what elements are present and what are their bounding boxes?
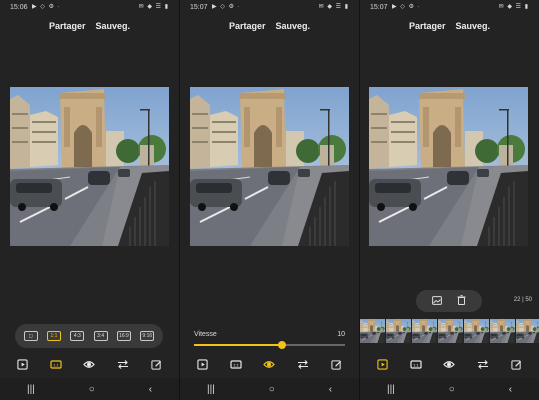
status-bar: 15:07 ▶ ◇ ⚙ · ✉ ◆ ☰ ▮	[180, 0, 359, 16]
status-left-icons: ▶ ◇ ⚙ ·	[32, 4, 61, 10]
free-ratio-icon[interactable]: ◻	[23, 331, 38, 341]
home-icon[interactable]: ○	[89, 384, 95, 395]
frame-thumbnail[interactable]	[438, 319, 463, 343]
status-time: 15:06	[10, 4, 28, 11]
top-action-bar: Partager Sauveg.	[360, 21, 539, 35]
frame-thumbnail[interactable]	[490, 319, 515, 343]
ratio-4-3-icon[interactable]: 4:3	[70, 331, 85, 341]
recent-apps-icon[interactable]: |||	[207, 384, 215, 395]
top-action-bar: Partager Sauveg.	[0, 21, 179, 35]
recent-apps-icon[interactable]: |||	[27, 384, 35, 395]
ratio-icon[interactable]: 1:1	[408, 356, 424, 372]
edit-pen-icon[interactable]	[148, 356, 164, 372]
frame-actions	[416, 290, 482, 312]
status-right-icons: ✉ ◆ ☰ ▮	[318, 4, 349, 10]
status-left-icons: ▶ ◇ ⚙ ·	[392, 4, 421, 10]
gif-preview-image	[369, 87, 528, 246]
home-icon[interactable]: ○	[269, 384, 275, 395]
status-time: 15:07	[370, 4, 388, 11]
frame-thumbnail[interactable]	[412, 319, 437, 343]
swap-arrows-icon[interactable]	[115, 356, 131, 372]
status-bar: 15:06 ▶ ◇ ⚙ · ✉ ◆ ☰ ▮	[0, 0, 179, 16]
play-icon[interactable]	[195, 356, 211, 372]
play-icon[interactable]	[375, 356, 391, 372]
frame-thumbnail[interactable]	[464, 319, 489, 343]
save-button[interactable]: Sauveg.	[456, 21, 491, 31]
screenshot-composite: 15:06 ▶ ◇ ⚙ · ✉ ◆ ☰ ▮ Partager Sauveg. ◻…	[0, 0, 539, 400]
editor-screen-1: 15:06 ▶ ◇ ⚙ · ✉ ◆ ☰ ▮ Partager Sauveg. ◻…	[0, 0, 179, 400]
editor-toolbar: 1:1	[180, 356, 359, 372]
trash-icon[interactable]	[457, 292, 466, 310]
ratio-16-9-icon[interactable]: 16:9	[116, 331, 131, 341]
speed-value: 10	[337, 331, 345, 338]
ratio-icon[interactable]: 1:1	[48, 356, 64, 372]
back-icon[interactable]: ‹	[329, 384, 332, 395]
swap-arrows-icon[interactable]	[475, 356, 491, 372]
save-button[interactable]: Sauveg.	[96, 21, 131, 31]
gif-preview-image	[190, 87, 349, 246]
edit-pen-icon[interactable]	[508, 356, 524, 372]
system-nav-bar: ||| ○ ‹	[0, 378, 179, 400]
top-action-bar: Partager Sauveg.	[180, 21, 359, 35]
frame-counter: 22 | 50	[513, 297, 532, 303]
eye-icon[interactable]	[81, 356, 97, 372]
speed-label: Vitesse	[194, 331, 217, 338]
share-button[interactable]: Partager	[49, 21, 86, 31]
ratio-3-4-icon[interactable]: 3:4	[93, 331, 108, 341]
frame-thumbnail[interactable]	[386, 319, 411, 343]
recent-apps-icon[interactable]: |||	[387, 384, 395, 395]
home-icon[interactable]: ○	[449, 384, 455, 395]
frame-thumbnail[interactable]	[516, 319, 539, 343]
swap-arrows-icon[interactable]	[295, 356, 311, 372]
editor-screen-3: 15:07 ▶ ◇ ⚙ · ✉ ◆ ☰ ▮ Partager Sauveg. 2…	[360, 0, 539, 400]
edit-pen-icon[interactable]	[328, 356, 344, 372]
speed-slider[interactable]	[194, 341, 345, 349]
share-button[interactable]: Partager	[409, 21, 446, 31]
editor-screen-2: 15:07 ▶ ◇ ⚙ · ✉ ◆ ☰ ▮ Partager Sauveg. V…	[180, 0, 359, 400]
status-left-icons: ▶ ◇ ⚙ ·	[212, 4, 241, 10]
status-right-icons: ✉ ◆ ☰ ▮	[498, 4, 529, 10]
status-right-icons: ✉ ◆ ☰ ▮	[138, 4, 169, 10]
editor-toolbar: 1:1	[360, 356, 539, 372]
status-time: 15:07	[190, 4, 208, 11]
play-icon[interactable]	[15, 356, 31, 372]
save-button[interactable]: Sauveg.	[276, 21, 311, 31]
eye-icon[interactable]	[441, 356, 457, 372]
editor-toolbar: 1:1	[0, 356, 179, 372]
status-bar: 15:07 ▶ ◇ ⚙ · ✉ ◆ ☰ ▮	[360, 0, 539, 16]
share-button[interactable]: Partager	[229, 21, 266, 31]
back-icon[interactable]: ‹	[509, 384, 512, 395]
ratio-selector: ◻ 1:1 4:3 3:4 16:9 9:16	[15, 324, 163, 348]
svg-text:1:1: 1:1	[233, 362, 239, 367]
speed-slider-handle[interactable]	[277, 341, 286, 349]
ratio-9-16-icon[interactable]: 9:16	[140, 331, 155, 341]
gif-preview-image	[10, 87, 169, 246]
system-nav-bar: ||| ○ ‹	[180, 378, 359, 400]
frame-thumbnail[interactable]	[360, 319, 385, 343]
image-icon[interactable]	[431, 292, 442, 310]
ratio-icon[interactable]: 1:1	[228, 356, 244, 372]
frame-filmstrip	[360, 319, 539, 343]
ratio-1-1-icon[interactable]: 1:1	[46, 331, 61, 341]
speed-slider-fill	[194, 344, 282, 346]
svg-text:1:1: 1:1	[53, 362, 59, 367]
eye-icon[interactable]	[261, 356, 277, 372]
svg-text:1:1: 1:1	[413, 362, 419, 367]
back-icon[interactable]: ‹	[149, 384, 152, 395]
system-nav-bar: ||| ○ ‹	[360, 378, 539, 400]
